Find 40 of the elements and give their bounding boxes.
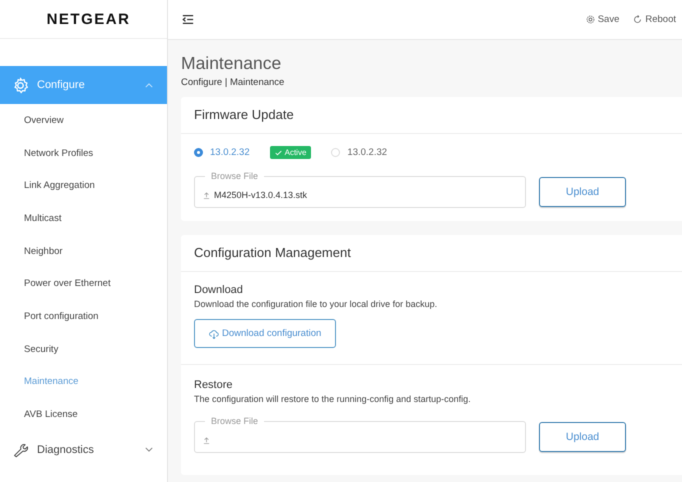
cloud-download-icon bbox=[209, 328, 219, 338]
field-label: Browse File bbox=[205, 416, 264, 426]
check-icon bbox=[274, 150, 282, 156]
sidebar-item[interactable]: Overview bbox=[0, 104, 167, 137]
download-configuration-button[interactable]: Download configuration bbox=[194, 319, 336, 348]
chevron-down-icon bbox=[145, 447, 153, 452]
page-title: Maintenance bbox=[181, 52, 282, 74]
firmware-version: 13.0.2.32 bbox=[210, 147, 250, 158]
section-description: The configuration will restore to the running-config and startup-config. bbox=[194, 394, 472, 404]
sidebar-group[interactable]: Diagnostics bbox=[0, 430, 167, 469]
card-title: Configuration Management bbox=[181, 235, 682, 272]
refresh-icon bbox=[633, 15, 642, 24]
sidebar-item[interactable]: Neighbor bbox=[0, 234, 167, 268]
sidebar-item[interactable]: Link Aggregation bbox=[0, 169, 167, 202]
save-button[interactable]: Save bbox=[586, 14, 620, 25]
section-description: Download the configuration file to your local drive for backup. bbox=[194, 299, 438, 309]
reboot-button[interactable]: Reboot bbox=[633, 14, 676, 25]
sidebar-item[interactable]: Security bbox=[0, 332, 167, 366]
sidebar-item[interactable]: Power over Ethernet bbox=[0, 267, 167, 300]
file-name: M4250H-v13.0.4.13.stk bbox=[214, 190, 308, 200]
wrench-icon bbox=[12, 441, 29, 458]
card-title: Firmware Update bbox=[181, 97, 682, 134]
menu-icon[interactable] bbox=[182, 14, 194, 25]
field-label: Browse File bbox=[205, 171, 264, 181]
section-title: Restore bbox=[194, 379, 234, 391]
gear-icon bbox=[586, 15, 595, 24]
netgear-logo: NETGEAR bbox=[46, 10, 130, 28]
sidebar-item[interactable]: AVB License bbox=[0, 398, 167, 431]
section-title: Download bbox=[194, 284, 244, 296]
firmware-version: 13.0.2.32 bbox=[347, 147, 388, 158]
radio-button[interactable] bbox=[194, 148, 203, 157]
active-badge: Active bbox=[270, 146, 312, 159]
sidebar-item[interactable]: Network Profiles bbox=[0, 136, 167, 170]
sidebar-item[interactable]: Port configuration bbox=[0, 300, 167, 333]
upload-icon bbox=[203, 436, 210, 444]
gear-icon bbox=[12, 76, 29, 94]
chevron-up-icon bbox=[145, 82, 153, 88]
breadcrumb: Configure | Maintenance bbox=[181, 77, 286, 88]
sidebar-item[interactable]: Multicast bbox=[0, 202, 167, 235]
upload-icon bbox=[203, 192, 210, 198]
